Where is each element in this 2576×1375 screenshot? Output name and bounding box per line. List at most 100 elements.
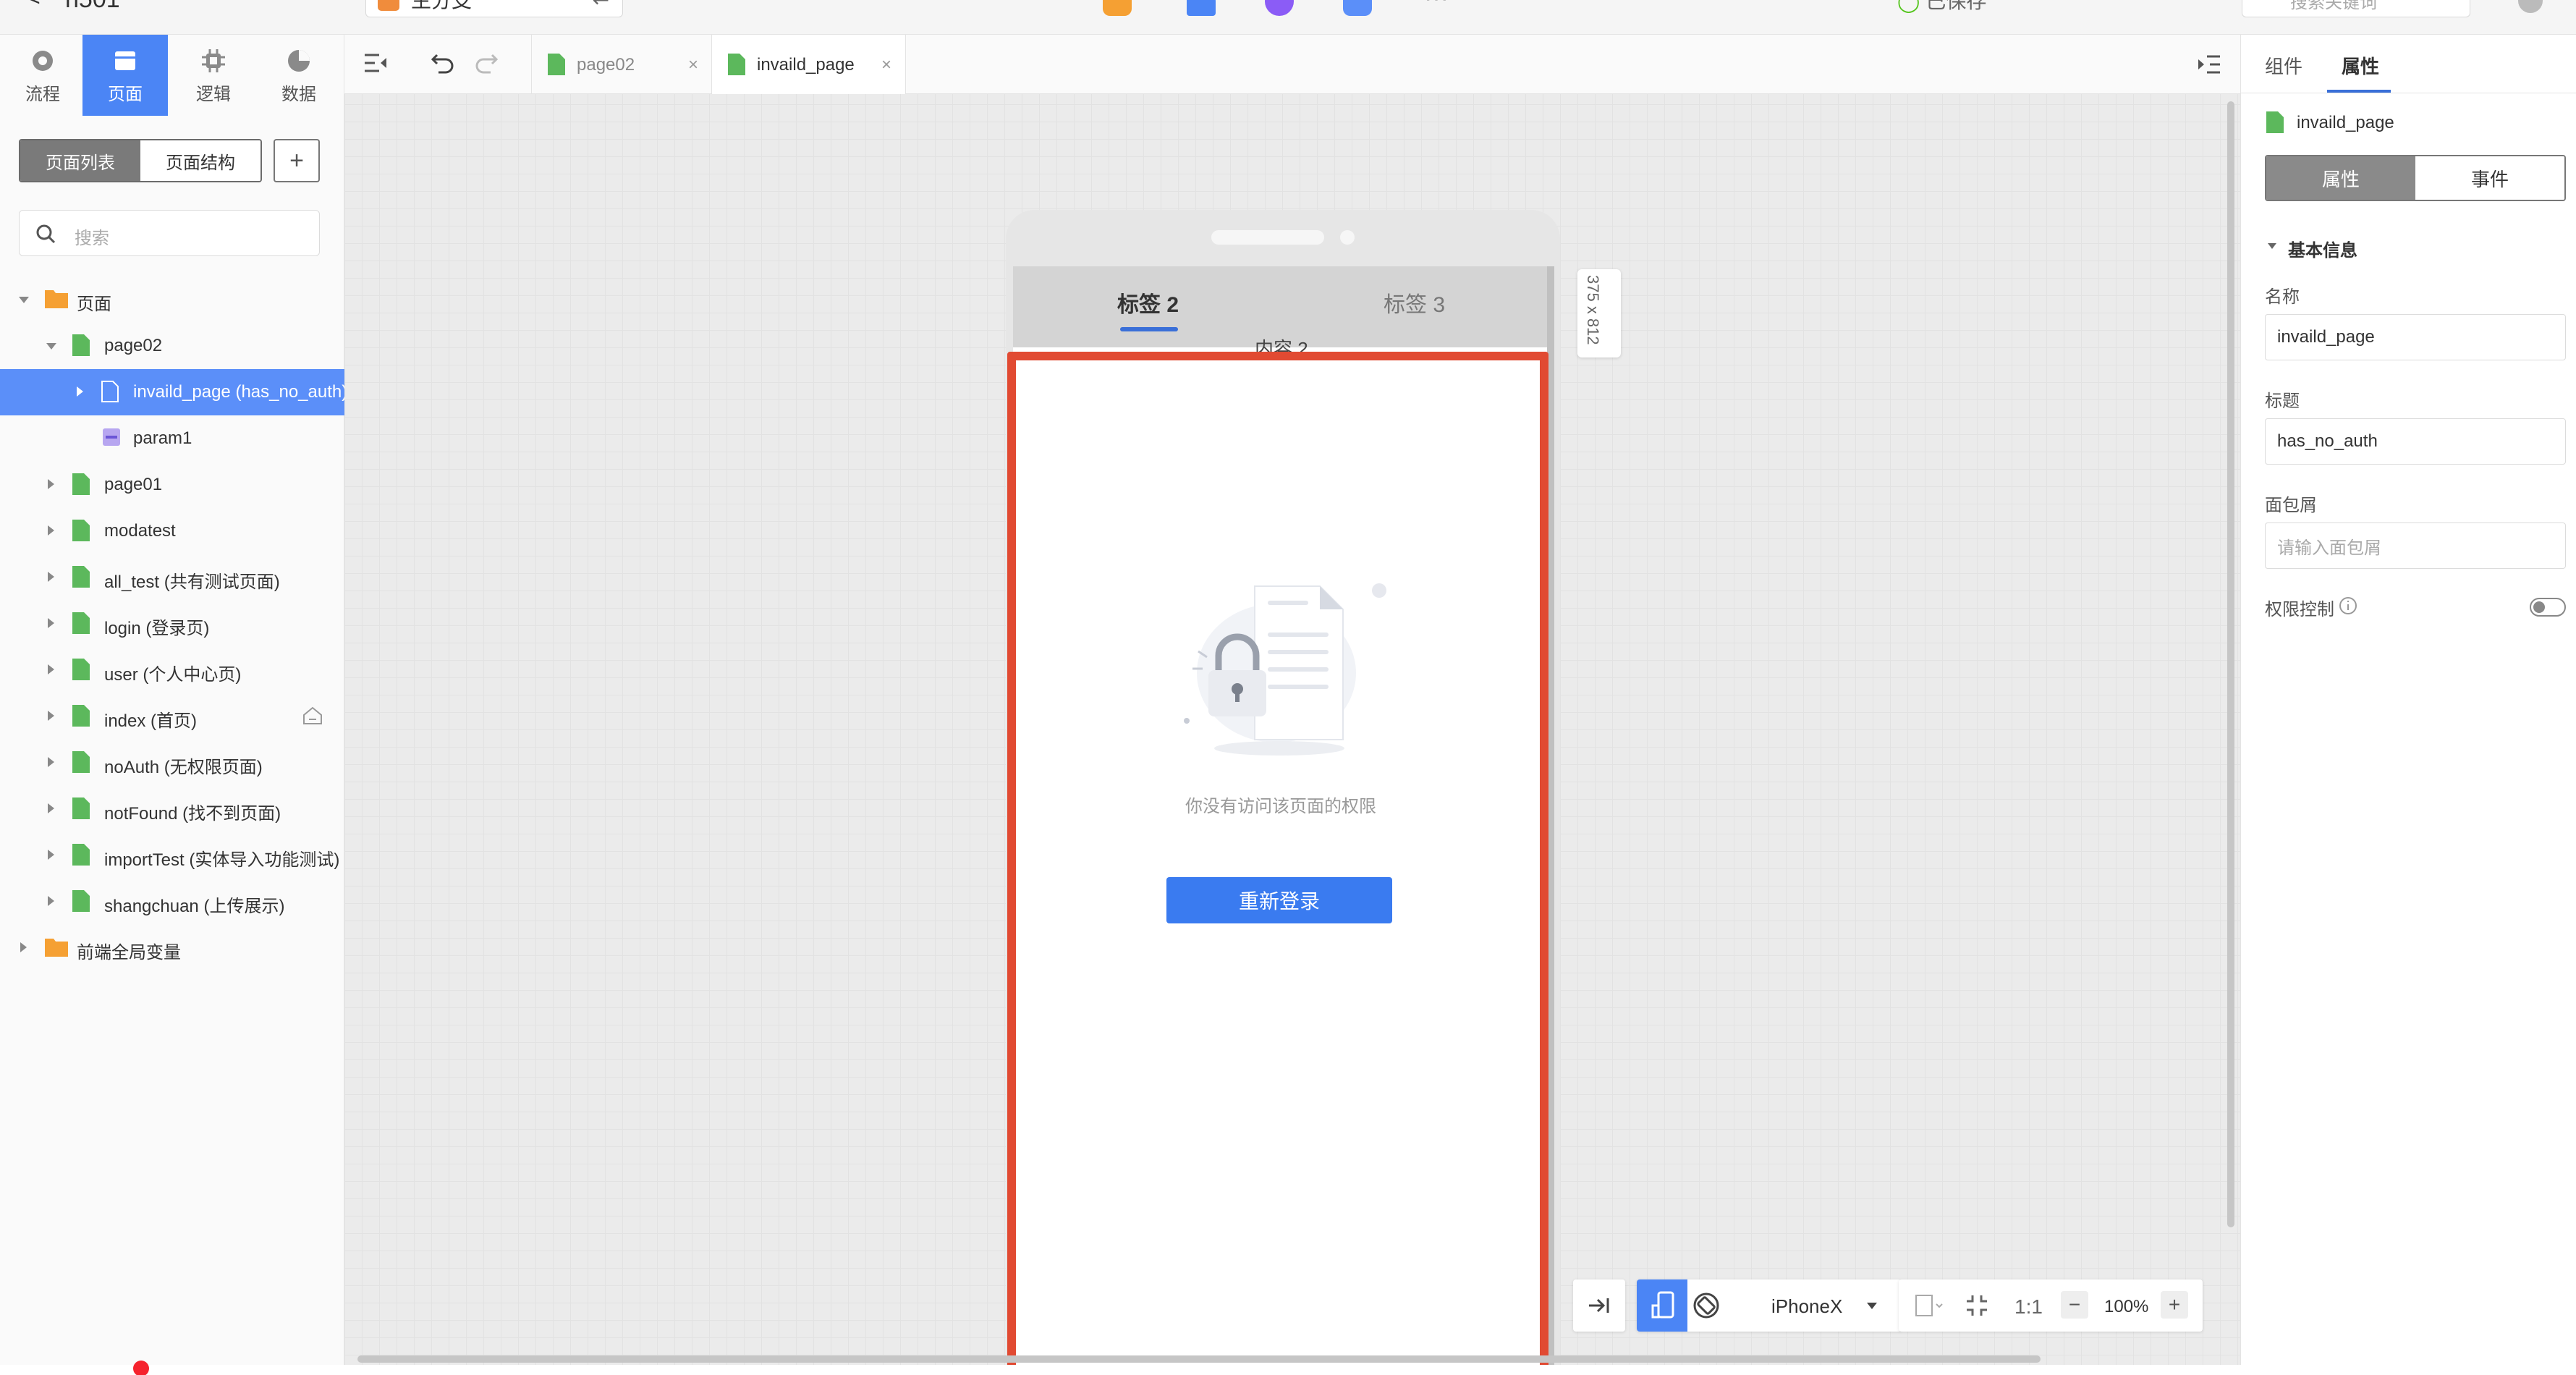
chevron-down-icon[interactable] xyxy=(1867,1303,1877,1309)
nav-tab-label: 数据 xyxy=(281,84,316,104)
segment-page-structure[interactable]: 页面结构 xyxy=(140,140,260,181)
tree-item-label: importTest (实体导入功能测试) xyxy=(104,850,340,870)
segment-events[interactable]: 事件 xyxy=(2415,156,2564,200)
tree-item-label: all_test (共有测试页面) xyxy=(104,572,280,592)
portrait-button[interactable] xyxy=(1637,1279,1687,1332)
exit-preview-button[interactable] xyxy=(1573,1279,1625,1332)
phone-speaker xyxy=(1211,230,1324,245)
nav-tab-flow[interactable]: 流程 xyxy=(0,35,85,116)
tree-item[interactable]: page01 xyxy=(0,462,344,508)
nav-tab-logic[interactable]: 逻辑 xyxy=(171,35,256,116)
tree-item[interactable]: noAuth (无权限页面) xyxy=(0,740,344,786)
fit-screen-icon[interactable] xyxy=(1965,1294,1988,1317)
doc-icon[interactable] xyxy=(1343,0,1372,16)
tree-item[interactable]: 页面 xyxy=(0,276,344,323)
tree-item-label: modatest xyxy=(104,521,176,541)
phone-tab-indicator xyxy=(1120,327,1178,331)
field-label-name: 名称 xyxy=(2265,287,2300,307)
undo-icon[interactable] xyxy=(430,49,456,79)
ratio-button[interactable]: 1:1 xyxy=(2014,1295,2043,1319)
page-icon xyxy=(111,46,140,75)
chevron-right-icon[interactable] xyxy=(20,942,27,952)
nav-tab-data[interactable]: 数据 xyxy=(256,35,342,116)
file-outline-icon xyxy=(101,381,124,402)
editor-tab-invaild-page[interactable]: invaild_page × xyxy=(712,35,906,94)
more-icon[interactable]: ··· xyxy=(1424,0,1449,12)
right-tab-properties[interactable]: 属性 xyxy=(2342,52,2379,79)
canvas-horizontal-scrollbar[interactable] xyxy=(357,1355,2041,1363)
page-search-input[interactable]: 搜索 xyxy=(19,210,320,256)
redo-icon[interactable] xyxy=(473,49,499,79)
notification-badge[interactable] xyxy=(133,1361,149,1375)
chevron-right-icon[interactable] xyxy=(48,525,54,536)
tree-item[interactable]: 前端全局变量 xyxy=(0,925,344,971)
editor-tab-page02[interactable]: page02 × xyxy=(531,35,712,94)
chevron-right-icon[interactable] xyxy=(77,386,83,397)
zoom-out-button[interactable]: − xyxy=(2061,1291,2088,1319)
tree-item[interactable]: param1 xyxy=(0,415,344,462)
file-icon xyxy=(72,473,96,495)
help-icon[interactable] xyxy=(2518,0,2543,13)
chevron-right-icon[interactable] xyxy=(48,572,54,582)
device-toolbar: iPhoneX xyxy=(1637,1279,1902,1332)
tree-item[interactable]: modatest xyxy=(0,508,344,554)
back-button[interactable]: < xyxy=(26,0,41,12)
canvas-vertical-scrollbar[interactable] xyxy=(2227,101,2234,1227)
nav-tab-page[interactable]: 页面 xyxy=(82,35,168,116)
phone-tab-2[interactable]: 标签 2 xyxy=(1117,287,1179,318)
chevron-right-icon[interactable] xyxy=(48,757,54,767)
swap-icon[interactable]: ⇄ xyxy=(593,0,609,9)
zoom-in-button[interactable]: + xyxy=(2161,1291,2188,1319)
tree-item[interactable]: importTest (实体导入功能测试) xyxy=(0,832,344,879)
file-icon xyxy=(72,612,96,634)
plugin-icon[interactable] xyxy=(1265,0,1294,16)
tree-item[interactable]: notFound (找不到页面) xyxy=(0,786,344,832)
phone-tabs: 标签 2 标签 3 内容 2 xyxy=(1013,266,1548,360)
right-tab-components[interactable]: 组件 xyxy=(2265,52,2302,79)
editor-tab-label: page02 xyxy=(577,55,635,75)
file-icon xyxy=(72,566,96,588)
search-icon xyxy=(36,224,56,244)
chevron-right-icon[interactable] xyxy=(48,850,54,860)
page-size-icon[interactable] xyxy=(1915,1294,1944,1317)
collapse-sidebar-icon[interactable] xyxy=(363,51,388,79)
tree-item-label: page01 xyxy=(104,475,163,494)
add-page-button[interactable]: + xyxy=(274,139,320,182)
tree-item[interactable]: all_test (共有测试页面) xyxy=(0,554,344,601)
breadcrumb-field[interactable]: 请输入面包屑 xyxy=(2265,522,2566,569)
auth-control-toggle[interactable] xyxy=(2530,598,2566,617)
chevron-right-icon[interactable] xyxy=(48,618,54,628)
file-icon xyxy=(728,54,745,75)
publish-icon[interactable] xyxy=(1187,0,1216,16)
tree-item[interactable]: page02 xyxy=(0,323,344,369)
tree-item[interactable]: shangchuan (上传展示) xyxy=(0,879,344,925)
title-field[interactable]: has_no_auth xyxy=(2265,418,2566,465)
chevron-right-icon[interactable] xyxy=(48,896,54,906)
segment-properties[interactable]: 属性 xyxy=(2266,156,2415,200)
rotate-icon[interactable] xyxy=(1690,1290,1722,1325)
tree-item[interactable]: invaild_page (has_no_auth) xyxy=(0,369,344,415)
chevron-down-icon[interactable] xyxy=(46,343,56,350)
tree-item-label: 前端全局变量 xyxy=(77,943,181,962)
close-icon[interactable]: × xyxy=(688,55,698,75)
branch-selector[interactable]: 主分支 ⇄ xyxy=(365,0,623,17)
close-icon[interactable]: × xyxy=(881,55,891,75)
chevron-right-icon[interactable] xyxy=(48,711,54,721)
preview-icon[interactable] xyxy=(1103,0,1132,16)
global-search-input[interactable]: 搜索关键词 xyxy=(2242,0,2470,17)
info-icon[interactable] xyxy=(2339,596,2357,615)
phone-tab-3[interactable]: 标签 3 xyxy=(1384,287,1445,318)
segment-page-list[interactable]: 页面列表 xyxy=(20,140,140,181)
chevron-down-icon[interactable] xyxy=(2268,243,2276,249)
device-name[interactable]: iPhoneX xyxy=(1771,1295,1842,1318)
chevron-right-icon[interactable] xyxy=(48,803,54,813)
chevron-down-icon[interactable] xyxy=(19,297,29,303)
tree-item[interactable]: login (登录页) xyxy=(0,601,344,647)
chevron-right-icon[interactable] xyxy=(48,664,54,674)
status-strip xyxy=(0,1361,2576,1375)
name-field[interactable]: invaild_page xyxy=(2265,314,2566,360)
tree-item[interactable]: index (首页) xyxy=(0,693,344,740)
tree-item[interactable]: user (个人中心页) xyxy=(0,647,344,693)
chevron-right-icon[interactable] xyxy=(48,479,54,489)
collapse-right-panel-icon[interactable] xyxy=(2197,52,2221,80)
